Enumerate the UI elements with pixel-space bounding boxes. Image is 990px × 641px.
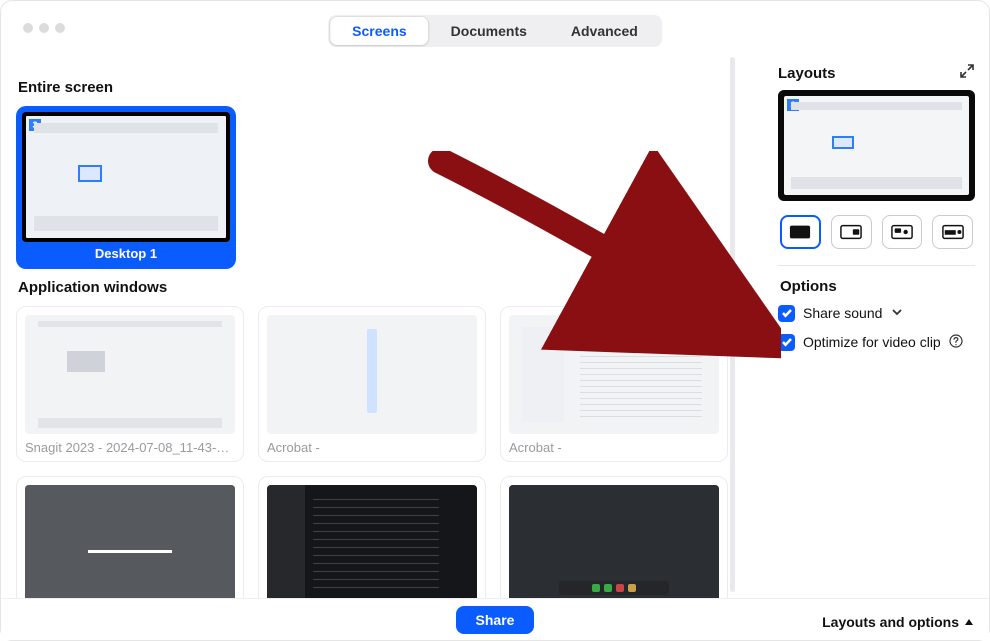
- section-app-windows: Application windows: [18, 279, 748, 296]
- tab-documents[interactable]: Documents: [429, 17, 549, 45]
- layouts-panel: Layouts 3: [763, 53, 989, 598]
- app-tile-acrobat-2[interactable]: Acrobat -: [500, 306, 728, 462]
- triangle-up-icon: [965, 619, 973, 625]
- app-windows-grid: Snagit 2023 - 2024-07-08_11-43-… Acrobat…: [16, 306, 748, 598]
- app-tile-zoom[interactable]: [500, 476, 728, 598]
- tab-advanced[interactable]: Advanced: [549, 17, 660, 45]
- layouts-toggle-label: Layouts and options: [822, 614, 959, 630]
- desktop-1-label: Desktop 1: [95, 246, 157, 263]
- tab-segmented-control: Screens Documents Advanced: [328, 15, 662, 47]
- layout-sidebar-button[interactable]: [932, 215, 973, 249]
- app-tile-label: Acrobat -: [509, 434, 719, 455]
- app-tile-snagit[interactable]: Snagit 2023 - 2024-07-08_11-43-…: [16, 306, 244, 462]
- app-tile-label: Acrobat -: [267, 434, 477, 455]
- layout-fullscreen-button[interactable]: [780, 215, 821, 249]
- share-sound-checkbox[interactable]: [778, 305, 795, 322]
- desktop-1-tile[interactable]: 3 Desktop 1: [16, 106, 236, 269]
- layout-speaker-button[interactable]: [882, 215, 923, 249]
- layouts-heading: Layouts: [778, 65, 836, 82]
- app-tile-slack[interactable]: Slack -: [258, 476, 486, 598]
- options-heading: Options: [780, 278, 975, 295]
- share-button[interactable]: Share: [456, 606, 535, 634]
- share-sound-label: Share sound: [803, 305, 882, 321]
- optimize-video-option[interactable]: Optimize for video clip: [778, 334, 975, 351]
- app-tile-label: Snagit 2023 - 2024-07-08_11-43-…: [25, 434, 235, 455]
- divider: [778, 265, 975, 266]
- share-sound-option[interactable]: Share sound: [778, 305, 975, 322]
- tab-screens[interactable]: Screens: [330, 17, 428, 45]
- footer: Share Layouts and options: [1, 598, 989, 640]
- scrollbar[interactable]: [730, 57, 735, 592]
- window-traffic-lights: [23, 23, 65, 33]
- layout-pip-right-button[interactable]: [831, 215, 872, 249]
- section-entire-screen: Entire screen: [18, 79, 748, 96]
- help-icon[interactable]: [949, 334, 963, 351]
- share-picker-left: Entire screen 3 Desktop 1 Application wi…: [1, 53, 763, 598]
- app-tile-acrobat-1[interactable]: Acrobat -: [258, 306, 486, 462]
- layouts-and-options-toggle[interactable]: Layouts and options: [822, 614, 973, 630]
- layout-preview: 3: [778, 90, 975, 201]
- chevron-down-icon[interactable]: [890, 305, 904, 322]
- expand-icon[interactable]: [959, 63, 975, 84]
- optimize-video-label: Optimize for video clip: [803, 334, 941, 350]
- desktop-1-thumb: 3: [22, 112, 230, 242]
- layout-buttons: [778, 215, 975, 249]
- optimize-video-checkbox[interactable]: [778, 334, 795, 351]
- app-tile-chrome[interactable]: Google Chrome - Zoom_ScreenSh…: [16, 476, 244, 598]
